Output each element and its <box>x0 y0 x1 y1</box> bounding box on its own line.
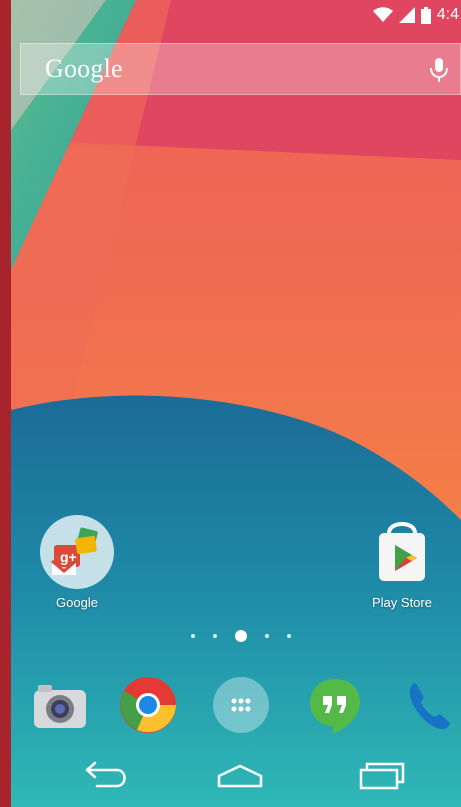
navigation-bar <box>11 744 461 807</box>
page-dot-3-active[interactable] <box>235 630 247 642</box>
home-screen: 4:4 Google g+ Google Play Store <box>11 0 461 807</box>
wifi-icon <box>372 7 393 23</box>
google-logo-text: Google <box>45 54 123 83</box>
app-google-folder[interactable]: g+ Google <box>32 515 122 610</box>
device-frame: 4:4 Google g+ Google Play Store <box>11 0 461 807</box>
page-dot-1[interactable] <box>191 634 195 638</box>
chrome-icon[interactable] <box>117 674 179 736</box>
mic-icon[interactable] <box>428 56 450 84</box>
app-label-play-store: Play Store <box>372 595 432 610</box>
signal-icon <box>398 7 415 23</box>
phone-icon[interactable] <box>399 674 461 736</box>
app-label-google: Google <box>56 595 98 610</box>
page-indicator <box>191 629 291 643</box>
page-dot-2[interactable] <box>213 634 217 638</box>
battery-icon <box>420 6 431 24</box>
home-icon[interactable] <box>215 758 265 792</box>
hangouts-icon[interactable] <box>304 674 366 736</box>
status-bar: 4:4 <box>11 0 461 30</box>
dock <box>11 674 461 744</box>
play-store-icon <box>365 515 439 589</box>
google-folder-icon: g+ <box>40 515 114 589</box>
camera-icon[interactable] <box>28 674 90 736</box>
status-time: 4:4 <box>436 6 459 23</box>
page-dot-5[interactable] <box>287 634 291 638</box>
google-search-bar[interactable]: Google <box>20 43 461 95</box>
app-drawer-icon[interactable] <box>210 674 272 736</box>
recent-apps-icon[interactable] <box>357 758 407 792</box>
page-dot-4[interactable] <box>265 634 269 638</box>
back-icon[interactable] <box>81 758 131 792</box>
app-play-store[interactable]: Play Store <box>357 515 447 610</box>
